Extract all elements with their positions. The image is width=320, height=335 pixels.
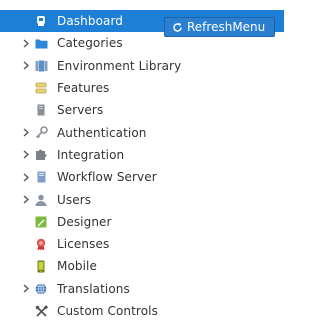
folder-icon	[34, 32, 48, 54]
chevron-right-icon[interactable]	[22, 166, 30, 188]
dashboard-icon	[34, 10, 48, 32]
sidebar-item-label: Features	[57, 81, 110, 96]
tools-icon	[34, 300, 48, 322]
refresh-menu-label: RefreshMenu	[187, 20, 266, 34]
key-icon	[34, 121, 48, 143]
sidebar-item-translations[interactable]: Translations	[0, 278, 284, 300]
workflow-server-icon	[34, 166, 48, 188]
sidebar-item-designer[interactable]: Designer	[0, 211, 284, 233]
sidebar-item-label: Custom Controls	[57, 304, 158, 318]
sidebar-item-mobile[interactable]: Mobile	[0, 255, 284, 277]
sidebar-item-label: Dashboard	[57, 14, 124, 29]
sidebar-item-users[interactable]: Users	[0, 188, 284, 210]
license-ribbon-icon	[34, 233, 48, 255]
environment-library-icon	[34, 55, 48, 77]
sidebar-item-label: Environment Library	[57, 58, 182, 73]
sidebar-item-integration[interactable]: Integration	[0, 144, 284, 166]
refresh-menu-button[interactable]: RefreshMenu	[164, 17, 276, 37]
sidebar-item-workflow-server[interactable]: Workflow Server	[0, 166, 284, 188]
refresh-icon	[172, 22, 183, 33]
sidebar-item-label: Workflow Server	[57, 170, 157, 185]
designer-icon	[34, 211, 48, 233]
sidebar-item-licenses[interactable]: Licenses	[0, 233, 284, 255]
sidebar-item-custom-controls[interactable]: Custom Controls	[0, 300, 284, 322]
chevron-right-icon[interactable]	[22, 55, 30, 77]
chevron-right-icon[interactable]	[22, 188, 30, 210]
sidebar-item-label: Licenses	[57, 237, 110, 252]
mobile-icon	[34, 255, 48, 277]
sidebar-item-label: Designer	[57, 214, 112, 229]
puzzle-icon	[34, 144, 48, 166]
chevron-right-icon[interactable]	[22, 121, 30, 143]
chevron-right-icon[interactable]	[22, 32, 30, 54]
sidebar-item-label: Translations	[57, 281, 130, 296]
sidebar-item-label: Servers	[57, 103, 104, 118]
user-icon	[34, 188, 48, 210]
features-icon	[34, 77, 48, 99]
sidebar-item-label: Mobile	[57, 259, 97, 274]
sidebar-item-environment-library[interactable]: Environment Library	[0, 55, 284, 77]
sidebar-item-features[interactable]: Features	[0, 77, 284, 99]
sidebar-item-label: Authentication	[57, 125, 147, 140]
sidebar-item-label: Integration	[57, 147, 125, 162]
sidebar-item-authentication[interactable]: Authentication	[0, 121, 284, 143]
sidebar-item-label: Categories	[57, 36, 123, 51]
sidebar-item-servers[interactable]: Servers	[0, 99, 284, 121]
sidebar-item-label: Users	[57, 192, 92, 207]
chevron-right-icon[interactable]	[22, 278, 30, 300]
globe-icon	[34, 278, 48, 300]
server-icon	[34, 99, 48, 121]
sidebar-nav: Dashboard Categories Environment Library	[0, 10, 284, 322]
chevron-right-icon[interactable]	[22, 144, 30, 166]
